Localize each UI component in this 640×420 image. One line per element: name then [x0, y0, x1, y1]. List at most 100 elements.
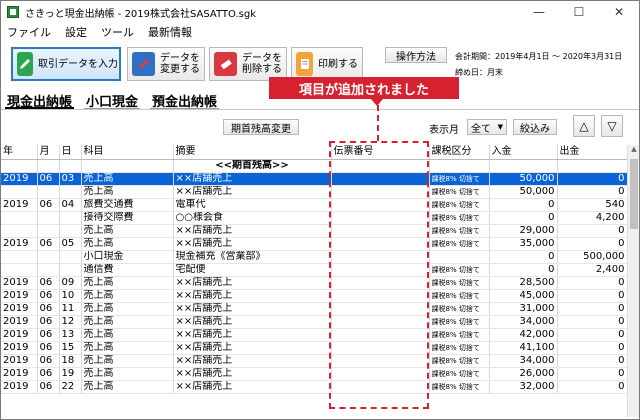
- cell-year: [1, 224, 38, 238]
- scroll-thumb[interactable]: [630, 159, 638, 229]
- title-bar: さきっと現金出納帳 - 2019株式会社SASATTO.sgk — ☐ ✕: [1, 1, 639, 23]
- table-row[interactable]: 2019 06 12 売上高 ××店舗売上 課税8% 切捨て 34,000 0: [1, 315, 627, 329]
- cell-withdrawal: 0: [557, 289, 627, 303]
- table-row[interactable]: 2019 06 13 売上高 ××店舗売上 課税8% 切捨て 42,000 0: [1, 328, 627, 342]
- close-button[interactable]: ✕: [599, 1, 639, 23]
- cell-day: 18: [59, 354, 82, 368]
- table-row[interactable]: 接待交際費 ○○様会食 課税8% 切捨て 0 4,200: [1, 211, 627, 225]
- window-title: さきっと現金出納帳 - 2019株式会社SASATTO.sgk: [25, 8, 257, 20]
- cell-withdrawal: 540: [557, 198, 627, 212]
- table-row[interactable]: 2019 06 18 売上高 ××店舗売上 課税8% 切捨て 34,000 0: [1, 354, 627, 368]
- cell-tax-category: 課税8% 切捨て: [429, 302, 490, 316]
- cell-tax-category: [429, 250, 490, 264]
- cell-voucher-number: [331, 328, 430, 342]
- cell-day: 19: [59, 367, 82, 381]
- cell-account: 売上高: [81, 185, 174, 199]
- table-row[interactable]: 売上高 ××店舗売上 課税8% 切捨て 50,000 0: [1, 185, 627, 199]
- column-header-month[interactable]: 月: [37, 145, 60, 160]
- cell-day: 12: [59, 315, 82, 329]
- cell-tax-category: 課税8% 切捨て: [429, 380, 490, 394]
- table-row[interactable]: 2019 06 11 売上高 ××店舗売上 課税8% 切捨て 31,000 0: [1, 302, 627, 316]
- tab-deposit-ledger[interactable]: 預金出納帳: [150, 91, 220, 110]
- cell-tax-category: 課税8% 切捨て: [429, 289, 490, 303]
- cell-tax-category: 課税8% 切捨て: [429, 367, 490, 381]
- cell-account: 売上高: [81, 367, 174, 381]
- cell-description: ××店舗売上: [173, 224, 332, 238]
- cell-description: ××店舗売上: [173, 185, 332, 199]
- scroll-arrow-up-icon[interactable]: ▲: [628, 145, 639, 157]
- cell-deposit: 0: [489, 211, 558, 225]
- column-header-withdrawal[interactable]: 出金: [557, 145, 627, 160]
- callout-line: [377, 105, 379, 141]
- table-row[interactable]: 2019 06 22 売上高 ××店舗売上 課税8% 切捨て 32,000 0: [1, 380, 627, 394]
- change-data-button[interactable]: データを 変更する: [127, 47, 205, 81]
- table-row[interactable]: 小口現金 現金補充《営業部》 0 500,000: [1, 250, 627, 264]
- column-header-description[interactable]: 摘要: [173, 145, 332, 160]
- cell-voucher-number: [331, 172, 430, 186]
- cell-tax-category: 課税8% 切捨て: [429, 315, 490, 329]
- menu-news[interactable]: 最新情報: [148, 24, 192, 40]
- table-row[interactable]: 売上高 ××店舗売上 課税8% 切捨て 29,000 0: [1, 224, 627, 238]
- table-row[interactable]: 2019 06 15 売上高 ××店舗売上 課税8% 切捨て 41,100 0: [1, 341, 627, 355]
- filter-button[interactable]: 絞込み: [513, 119, 557, 135]
- column-header-year[interactable]: 年: [1, 145, 38, 160]
- cell-deposit: 28,500: [489, 276, 558, 290]
- menu-tools[interactable]: ツール: [101, 24, 134, 40]
- cell-month: 06: [37, 380, 60, 394]
- cell-day: [59, 159, 82, 173]
- delete-data-button[interactable]: データを 削除する: [209, 47, 287, 81]
- menu-file[interactable]: ファイル: [7, 24, 51, 40]
- cell-withdrawal: 0: [557, 367, 627, 381]
- column-header-account[interactable]: 科目: [81, 145, 174, 160]
- opening-balance-button[interactable]: 期首残高変更: [223, 119, 299, 135]
- table-row[interactable]: 通信費 宅配便 課税8% 切捨て 0 2,400: [1, 263, 627, 277]
- cell-account: 小口現金: [81, 250, 174, 264]
- scroll-up-button[interactable]: △: [573, 115, 595, 137]
- cell-description: ××店舗売上: [173, 367, 332, 381]
- accounting-period: 会計期間：2019年4月1日 ～ 2020年3月31日: [455, 52, 623, 61]
- cell-withdrawal: 0: [557, 302, 627, 316]
- print-button[interactable]: 印刷する: [291, 47, 363, 81]
- cell-month: [37, 159, 60, 173]
- minimize-button[interactable]: —: [519, 1, 559, 23]
- cell-deposit: 32,000: [489, 380, 558, 394]
- cell-day: [59, 250, 82, 264]
- column-header-day[interactable]: 日: [59, 145, 82, 160]
- column-header-tax-category[interactable]: 課税区分: [429, 145, 490, 160]
- cell-deposit: 31,000: [489, 302, 558, 316]
- table-row[interactable]: <<期首残高>>: [1, 159, 627, 173]
- cell-year: 2019: [1, 380, 38, 394]
- tab-cash-ledger[interactable]: 現金出納帳: [5, 91, 75, 110]
- menu-settings[interactable]: 設定: [65, 24, 87, 40]
- maximize-button[interactable]: ☐: [559, 1, 599, 23]
- vertical-scrollbar[interactable]: ▲: [627, 145, 639, 417]
- month-select[interactable]: 全て ▼: [467, 119, 507, 135]
- delete-data-label: データを 削除する: [242, 53, 282, 75]
- table-row[interactable]: 2019 06 09 売上高 ××店舗売上 課税8% 切捨て 28,500 0: [1, 276, 627, 290]
- column-header-voucher-number[interactable]: 伝票番号: [331, 145, 430, 160]
- scroll-down-button[interactable]: ▽: [601, 115, 623, 137]
- table-row[interactable]: 2019 06 05 売上高 ××店舗売上 課税8% 切捨て 35,000 0: [1, 237, 627, 251]
- cell-year: [1, 263, 38, 277]
- callout-connector: [329, 141, 377, 143]
- edit-pencil-icon: [132, 52, 155, 76]
- help-button[interactable]: 操作方法: [385, 47, 447, 63]
- table-row[interactable]: 2019 06 04 旅費交通費 電車代 課税8% 切捨て 0 540: [1, 198, 627, 212]
- cell-day: 13: [59, 328, 82, 342]
- tab-petty-cash[interactable]: 小口現金: [84, 91, 141, 110]
- table-row[interactable]: 2019 06 19 売上高 ××店舗売上 課税8% 切捨て 26,000 0: [1, 367, 627, 381]
- month-value: 全て: [471, 123, 491, 135]
- cell-day: 05: [59, 237, 82, 251]
- print-label: 印刷する: [318, 58, 358, 70]
- table-row[interactable]: 2019 06 10 売上高 ××店舗売上 課税8% 切捨て 45,000 0: [1, 289, 627, 303]
- cell-tax-category: 課税8% 切捨て: [429, 185, 490, 199]
- cell-account: 売上高: [81, 224, 174, 238]
- cell-month: 06: [37, 198, 60, 212]
- cell-voucher-number: [331, 367, 430, 381]
- cell-deposit: 26,000: [489, 367, 558, 381]
- table-row[interactable]: 2019 06 03 売上高 ××店舗売上 課税8% 切捨て 50,000 0: [1, 172, 627, 186]
- input-data-button[interactable]: 取引データを入力: [11, 47, 121, 81]
- column-header-deposit[interactable]: 入金: [489, 145, 558, 160]
- cell-voucher-number: [331, 237, 430, 251]
- table-header: 年月日科目 摘要 伝票番号 課税区分 入金 出金: [1, 145, 627, 160]
